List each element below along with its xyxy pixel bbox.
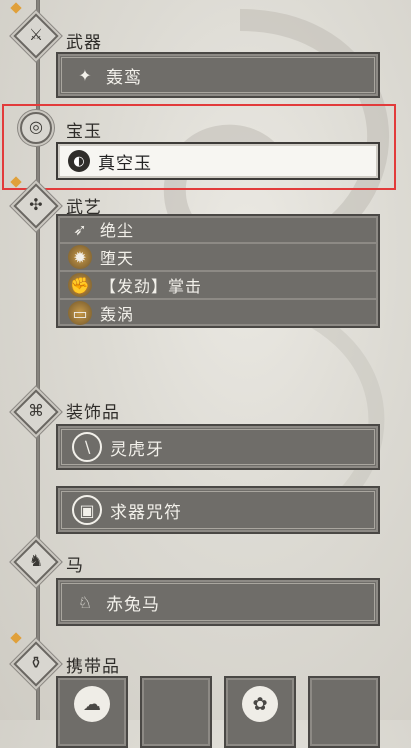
- horse-icon: ♞: [28, 550, 44, 570]
- carry-slot[interactable]: ☁: [56, 676, 128, 748]
- horse-name: 赤兔马: [106, 594, 160, 615]
- flame-icon: ✹: [68, 245, 92, 269]
- section-label-jade: 宝玉: [66, 122, 102, 142]
- accessory-slot[interactable]: ∖ 灵虎牙: [56, 424, 380, 470]
- accessory-icon: ⌘: [28, 400, 44, 420]
- vortex-icon: ▭: [68, 301, 92, 325]
- accent-marker: [10, 2, 22, 14]
- carry-slot[interactable]: ✿: [224, 676, 296, 748]
- arts-item[interactable]: ▭ 轰涡: [58, 300, 378, 326]
- jade-slot-selected[interactable]: ◐ 真空玉: [56, 142, 380, 180]
- weapon-name: 轰鸾: [106, 67, 142, 88]
- accessory-name: 灵虎牙: [110, 439, 164, 460]
- arts-item-name: 轰涡: [100, 305, 135, 324]
- vacuum-jade-icon: ◐: [68, 150, 90, 172]
- accessory-slot[interactable]: ▣ 求器咒符: [56, 486, 380, 534]
- weapon-emblem-icon: ✦: [78, 65, 92, 85]
- arts-item-name: 堕天: [100, 249, 135, 268]
- jade-swirl-icon: ◎: [29, 116, 43, 136]
- timeline-spine: [36, 0, 40, 720]
- accent-marker: [10, 176, 22, 188]
- sword-icon: ⚔: [28, 24, 44, 44]
- weapon-slot[interactable]: ✦ 轰鸾: [56, 52, 380, 98]
- bun-icon: ☁: [74, 686, 110, 722]
- arts-item-name: 绝尘: [100, 221, 135, 240]
- carry-slots: ☁ ✿: [56, 676, 380, 748]
- carry-slot-empty[interactable]: [308, 676, 380, 748]
- jade-name: 真空玉: [98, 153, 152, 174]
- tiger-fang-icon: ∖: [72, 432, 102, 462]
- dash-icon: ➶: [73, 219, 87, 239]
- horse-slot[interactable]: ♘ 赤兔马: [56, 578, 380, 626]
- palm-strike-icon: ✊: [68, 273, 92, 297]
- accessory-name: 求器咒符: [110, 502, 182, 523]
- section-label-accessories: 装饰品: [66, 403, 120, 423]
- section-label-horse: 马: [66, 556, 84, 576]
- section-label-weapon: 武器: [66, 33, 102, 53]
- arts-item[interactable]: ➶ 绝尘: [58, 216, 378, 244]
- arts-item[interactable]: ✊ 【发劲】掌击: [58, 272, 378, 300]
- talisman-icon: ▣: [72, 495, 102, 525]
- accent-marker: [10, 632, 22, 644]
- arts-item-name: 【发劲】掌击: [100, 277, 203, 296]
- carry-slot-empty[interactable]: [140, 676, 212, 748]
- martial-arts-icon: ✣: [29, 194, 43, 214]
- arts-list: ➶ 绝尘 ✹ 堕天 ✊ 【发劲】掌击 ▭ 轰涡: [56, 214, 380, 328]
- arts-item[interactable]: ✹ 堕天: [58, 244, 378, 272]
- pouch-icon: ⚱: [29, 652, 43, 672]
- section-label-carry: 携带品: [66, 657, 120, 677]
- flower-item-icon: ✿: [242, 686, 278, 722]
- red-hare-icon: ♘: [77, 592, 93, 612]
